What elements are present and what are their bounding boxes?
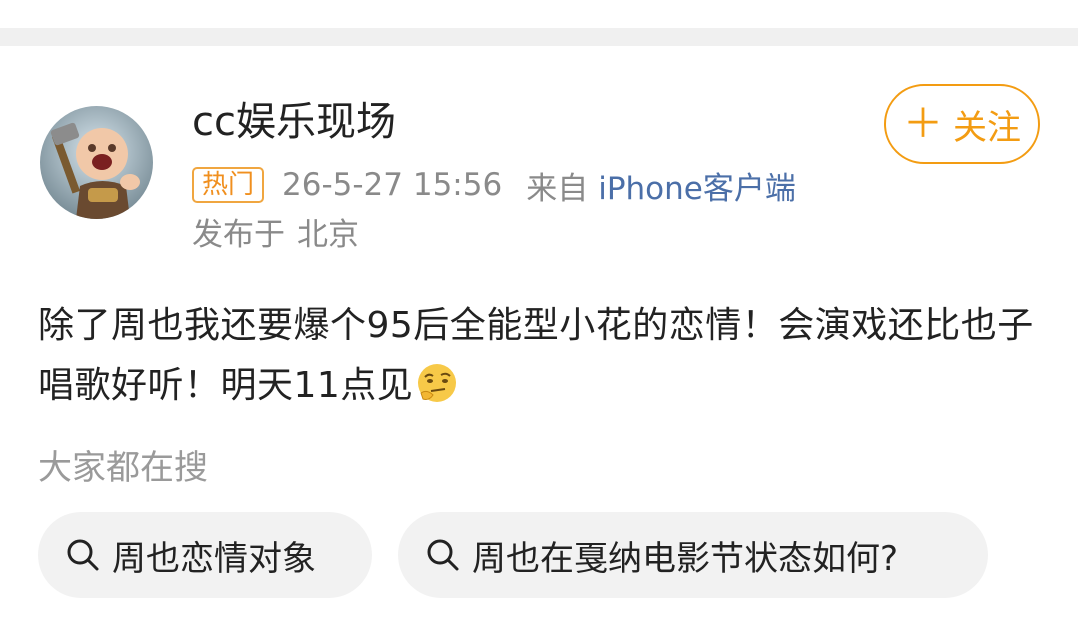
hot-badge: 热门 bbox=[192, 167, 265, 203]
thinking-emoji-icon bbox=[418, 364, 457, 402]
source-prefix: 来自 bbox=[526, 170, 589, 207]
avatar-image bbox=[40, 106, 153, 219]
follow-label: 关注 bbox=[953, 107, 1021, 148]
source-link[interactable]: iPhone客户端 bbox=[598, 163, 796, 208]
search-chip[interactable]: 周也在戛纳电影节状态如何? bbox=[398, 512, 988, 598]
avatar[interactable] bbox=[40, 106, 153, 219]
username[interactable]: cc娱乐现场 bbox=[192, 98, 396, 146]
search-chip[interactable]: 周也恋情对象 bbox=[38, 512, 372, 598]
search-icon bbox=[427, 539, 459, 571]
search-chip-label: 周也在戛纳电影节状态如何? bbox=[472, 538, 899, 579]
search-chip-label: 周也恋情对象 bbox=[112, 538, 316, 579]
post-card: cc娱乐现场 ＋ 关注 热门 26-5-27 15:56 来自 iPhone客户… bbox=[0, 46, 1078, 622]
search-section-title: 大家都在搜 bbox=[38, 448, 208, 488]
follow-button[interactable]: ＋ 关注 bbox=[884, 84, 1040, 164]
search-icon bbox=[67, 539, 99, 571]
location-city: 北京 bbox=[297, 217, 359, 253]
timestamp: 26-5-27 15:56 bbox=[282, 167, 503, 203]
location-row: 发布于 北京 bbox=[192, 214, 359, 256]
post-content[interactable]: 除了周也我还要爆个95后全能型小花的恋情！会演戏还比也子唱歌好听！明天11点见 bbox=[38, 296, 1038, 416]
location-label: 发布于 bbox=[192, 217, 285, 253]
post-text: 除了周也我还要爆个95后全能型小花的恋情！会演戏还比也子唱歌好听！明天11点见 bbox=[38, 305, 1034, 406]
top-gray-band bbox=[0, 0, 1078, 46]
top-white-strip bbox=[0, 0, 1078, 28]
plus-icon: ＋ bbox=[903, 101, 943, 147]
post-meta: 热门 26-5-27 15:56 来自 iPhone客户端 bbox=[192, 163, 796, 208]
